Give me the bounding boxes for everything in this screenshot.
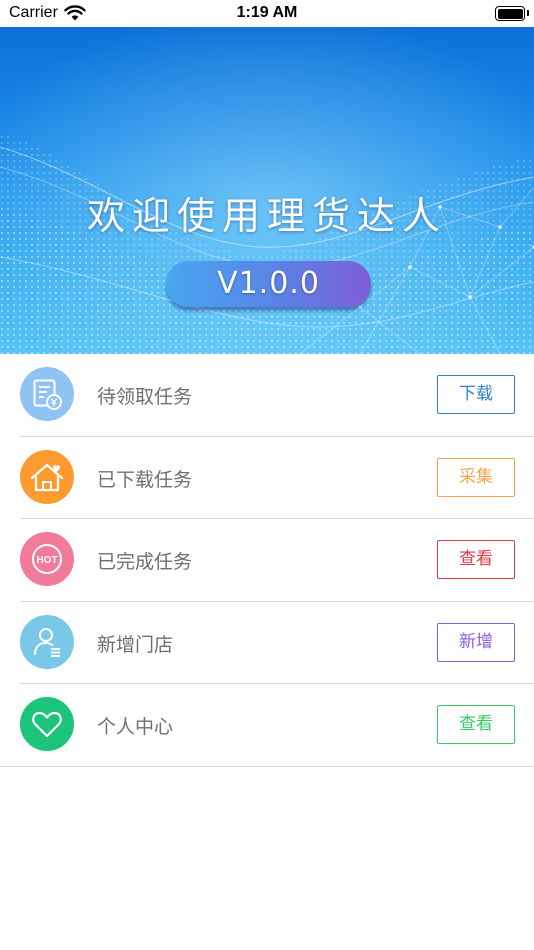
menu-list: 待领取任务 下载 已下载任务 采集 HOT 已完成任务 查看 新增门店 新增 个…: [0, 354, 534, 767]
house-icon: [20, 449, 74, 504]
banner-title: 欢迎使用理货达人: [86, 194, 447, 238]
menu-label: 已完成任务: [97, 551, 193, 573]
hot-badge-icon: HOT: [20, 532, 74, 586]
welcome-banner: 欢迎使用理货达人 V1.0.0: [0, 27, 534, 354]
menu-label: 已下载任务: [97, 468, 193, 491]
add-store-button[interactable]: 新增: [437, 622, 515, 662]
status-bar: Carrier 1:19 AM: [0, 0, 534, 27]
battery-tip: [527, 10, 529, 16]
menu-row-add-store[interactable]: 新增门店 新增: [0, 602, 534, 684]
menu-label: 待领取任务: [97, 386, 193, 408]
menu-row-downloaded-tasks[interactable]: 已下载任务 采集: [0, 437, 534, 519]
version-badge: V1.0.0: [166, 261, 371, 307]
menu-row-completed-tasks[interactable]: HOT 已完成任务 查看: [0, 519, 534, 602]
view-completed-button[interactable]: 查看: [437, 540, 515, 579]
battery-icon: [495, 6, 525, 21]
receipt-yen-icon: [20, 367, 74, 421]
menu-row-profile[interactable]: 个人中心 查看: [0, 684, 534, 767]
divider: [0, 765, 534, 767]
heart-icon: [20, 697, 74, 751]
svg-text:HOT: HOT: [36, 555, 57, 566]
menu-label: 个人中心: [97, 716, 174, 738]
collect-button[interactable]: 采集: [437, 457, 515, 497]
menu-label: 新增门店: [97, 633, 174, 656]
menu-row-pending-tasks[interactable]: 待领取任务 下载: [0, 354, 534, 437]
view-profile-button[interactable]: 查看: [437, 705, 515, 744]
clock: 1:19 AM: [236, 4, 298, 21]
download-button[interactable]: 下载: [437, 375, 515, 414]
user-list-icon: [20, 614, 74, 669]
